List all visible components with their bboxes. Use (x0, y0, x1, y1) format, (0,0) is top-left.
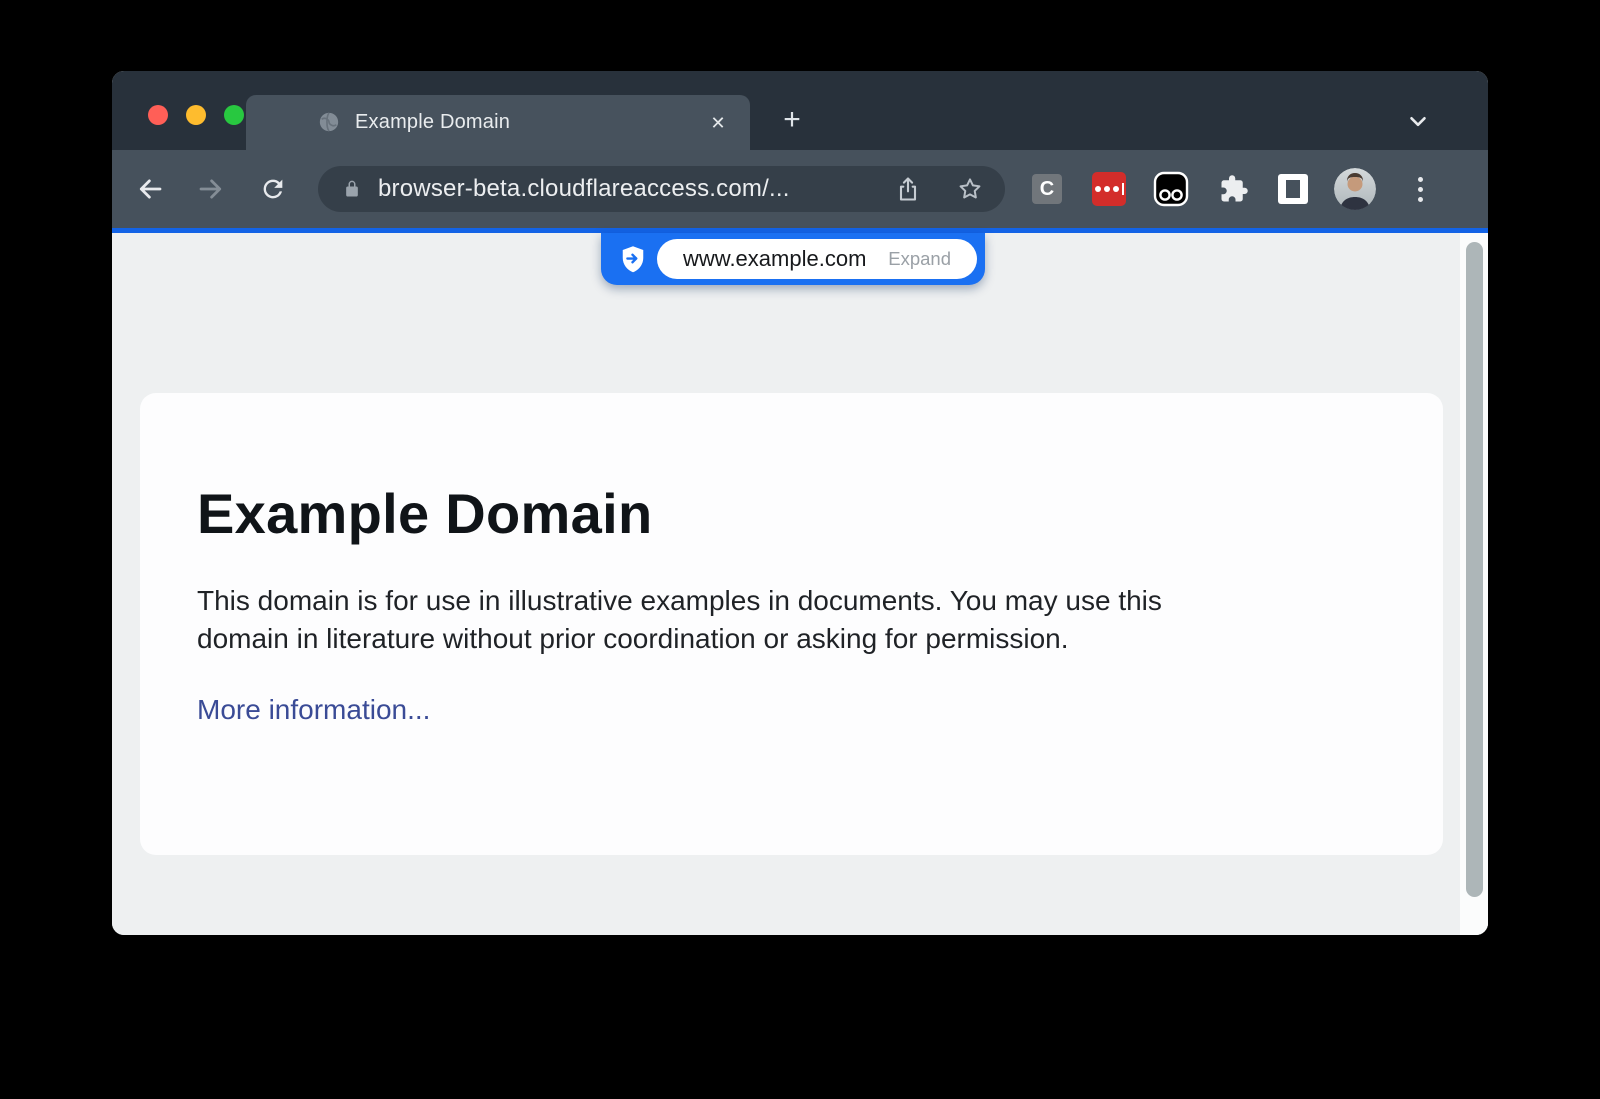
scrollbar-track[interactable] (1460, 233, 1488, 935)
traffic-light-minimize[interactable] (186, 105, 206, 125)
traffic-light-close[interactable] (148, 105, 168, 125)
url-text[interactable]: browser-beta.cloudflareaccess.com/... (378, 166, 790, 212)
reload-button[interactable] (257, 173, 289, 205)
tab-close-icon[interactable]: ✕ (704, 109, 732, 137)
forward-button[interactable] (195, 173, 227, 205)
new-tab-button[interactable]: + (774, 102, 810, 138)
page-title: Example Domain (197, 481, 1383, 546)
extension-c-icon[interactable]: C (1032, 174, 1062, 204)
tab-search-chevron-icon[interactable] (1400, 107, 1436, 135)
body-line-1: This domain is for use in illustrative e… (197, 582, 1383, 620)
extension-lastpass-icon[interactable] (1092, 172, 1126, 206)
back-button[interactable] (134, 173, 166, 205)
tab-title: Example Domain (355, 95, 510, 150)
body-line-2: domain in literature without prior coord… (197, 620, 1383, 658)
browser-menu-icon[interactable] (1404, 173, 1436, 205)
more-information-link[interactable]: More information... (197, 694, 430, 726)
isolation-domain-pill[interactable]: www.example.com Expand (601, 233, 985, 285)
share-icon[interactable] (894, 175, 922, 203)
page-body-text: This domain is for use in illustrative e… (197, 582, 1383, 658)
isolated-domain-chip[interactable]: www.example.com Expand (657, 239, 977, 279)
extension-dark-camera-icon[interactable] (1153, 171, 1189, 207)
bookmark-star-icon[interactable] (956, 175, 984, 203)
extensions-puzzle-icon[interactable] (1219, 174, 1249, 204)
isolated-domain-text: www.example.com (683, 246, 866, 272)
content-card: Example Domain This domain is for use in… (140, 393, 1443, 855)
profile-avatar[interactable] (1334, 168, 1376, 210)
lock-icon (342, 179, 362, 199)
browser-window: Example Domain ✕ + (112, 71, 1488, 935)
globe-favicon-icon (318, 111, 340, 133)
shield-arrow-icon (618, 244, 648, 274)
page-viewport: www.example.com Expand Example Domain Th… (112, 233, 1488, 935)
tab-example-domain[interactable]: Example Domain ✕ (246, 95, 750, 150)
toolbar: browser-beta.cloudflareaccess.com/... C (112, 150, 1488, 228)
scrollbar-thumb[interactable] (1466, 242, 1483, 897)
traffic-light-zoom[interactable] (224, 105, 244, 125)
address-bar[interactable]: browser-beta.cloudflareaccess.com/... (318, 166, 1005, 212)
side-panel-icon[interactable] (1278, 174, 1308, 204)
expand-button[interactable]: Expand (888, 248, 951, 270)
tab-strip: Example Domain ✕ + (112, 71, 1488, 150)
